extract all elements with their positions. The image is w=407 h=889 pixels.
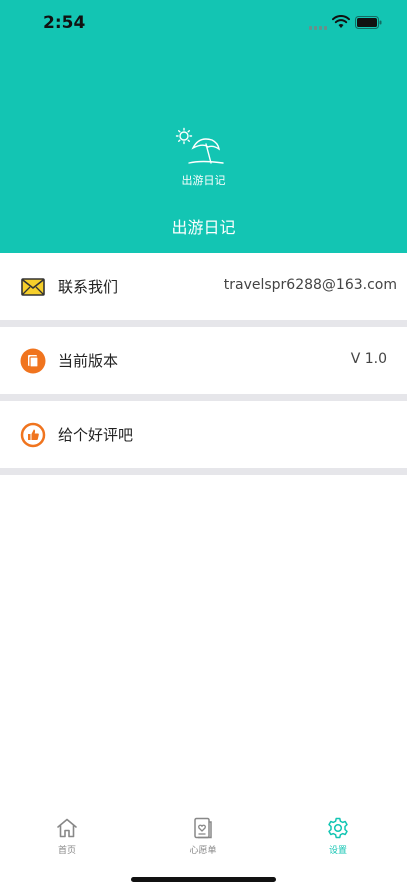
app-title: 出游日记 xyxy=(171,218,236,237)
divider xyxy=(0,468,407,475)
tab-label: 心愿单 xyxy=(189,846,217,856)
divider xyxy=(0,394,407,401)
settings-row-label: 当前版本 xyxy=(58,352,119,370)
divider xyxy=(0,320,407,327)
settings-row-contact[interactable]: 联系我们 travelspr6288@163.com xyxy=(0,253,407,320)
settings-row-label: 联系我们 xyxy=(58,278,119,296)
wifi-icon xyxy=(332,15,350,28)
cellular-signal-icon xyxy=(309,26,327,30)
version-value: V 1.0 xyxy=(350,351,387,367)
home-indicator xyxy=(131,877,276,882)
wishlist-icon xyxy=(194,817,212,839)
settings-row-version[interactable]: 当前版本 V 1.0 xyxy=(0,327,407,394)
contact-email: travelspr6288@163.com xyxy=(223,277,397,293)
status-time: 2:54 xyxy=(43,13,86,33)
gear-icon xyxy=(328,817,348,839)
tab-label: 设置 xyxy=(328,846,347,856)
home-icon xyxy=(57,818,77,838)
beach-umbrella-logo-icon xyxy=(175,127,224,164)
tab-label: 首页 xyxy=(57,846,76,856)
logo-caption: 出游日记 xyxy=(181,174,226,187)
header: 2:54 出游日记 出游日记 xyxy=(0,0,407,253)
tab-home[interactable]: 首页 xyxy=(27,816,107,866)
version-icon xyxy=(20,348,46,374)
tab-wishlist[interactable]: 心愿单 xyxy=(163,816,243,866)
envelope-icon xyxy=(21,278,45,296)
battery-icon xyxy=(355,16,382,29)
thumbs-up-icon xyxy=(20,422,46,448)
status-bar: 2:54 xyxy=(0,0,407,48)
settings-row-label: 给个好评吧 xyxy=(58,426,134,444)
tab-settings[interactable]: 设置 xyxy=(298,816,378,866)
settings-row-rate[interactable]: 给个好评吧 xyxy=(0,401,407,468)
